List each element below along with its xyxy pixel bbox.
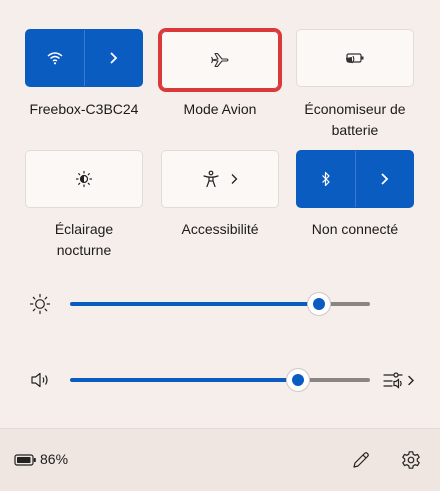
- brightness-slider-fill: [70, 302, 319, 306]
- wifi-tile-label: Freebox-C3BC24: [29, 101, 139, 117]
- chevron-right-icon: [230, 173, 238, 185]
- bluetooth-label: Non connecté: [311, 221, 399, 237]
- accessibility-label: Accessibilité: [181, 221, 259, 237]
- gear-icon[interactable]: [396, 445, 426, 475]
- quick-settings-footer: 86%: [0, 428, 440, 491]
- chevron-right-icon: [108, 51, 118, 65]
- wifi-tile[interactable]: [25, 29, 143, 87]
- airplane-icon: [210, 52, 230, 68]
- volume-slider[interactable]: [70, 365, 370, 395]
- night-light-label: Éclairage nocturne: [54, 221, 114, 258]
- bluetooth-toggle-button[interactable]: [297, 151, 356, 207]
- bluetooth-icon: [321, 171, 331, 187]
- wifi-icon: [47, 51, 63, 65]
- brightness-slider-row: [0, 289, 440, 319]
- quick-settings-panel: Freebox-C3BC24 Mode Avion Économiseur de…: [0, 0, 440, 428]
- night-light-icon: [75, 170, 93, 188]
- accessibility-icon: [202, 170, 220, 188]
- airplane-mode-label: Mode Avion: [183, 101, 257, 117]
- brightness-slider[interactable]: [70, 289, 370, 319]
- speaker-icon[interactable]: [29, 369, 51, 391]
- night-light-tile[interactable]: [25, 150, 143, 208]
- chevron-right-icon: [379, 172, 389, 186]
- airplane-mode-tile[interactable]: [158, 28, 282, 92]
- volume-slider-row: [0, 365, 440, 395]
- wifi-expand-button[interactable]: [85, 30, 143, 86]
- battery-saver-tile[interactable]: [296, 29, 414, 87]
- battery-icon[interactable]: [14, 453, 38, 467]
- wifi-toggle-button[interactable]: [26, 30, 85, 86]
- battery-saver-label: Économiseur de batterie: [304, 101, 406, 138]
- bluetooth-expand-button[interactable]: [356, 151, 414, 207]
- battery-percentage[interactable]: 86%: [40, 451, 68, 467]
- bluetooth-tile[interactable]: [296, 150, 414, 208]
- accessibility-tile[interactable]: [161, 150, 279, 208]
- volume-slider-fill: [70, 378, 298, 382]
- battery-saver-icon: [344, 51, 366, 65]
- volume-slider-thumb[interactable]: [287, 369, 309, 391]
- brightness-icon: [29, 293, 51, 315]
- audio-output-select-icon[interactable]: [382, 369, 418, 391]
- brightness-slider-thumb[interactable]: [308, 293, 330, 315]
- pencil-icon[interactable]: [346, 445, 376, 475]
